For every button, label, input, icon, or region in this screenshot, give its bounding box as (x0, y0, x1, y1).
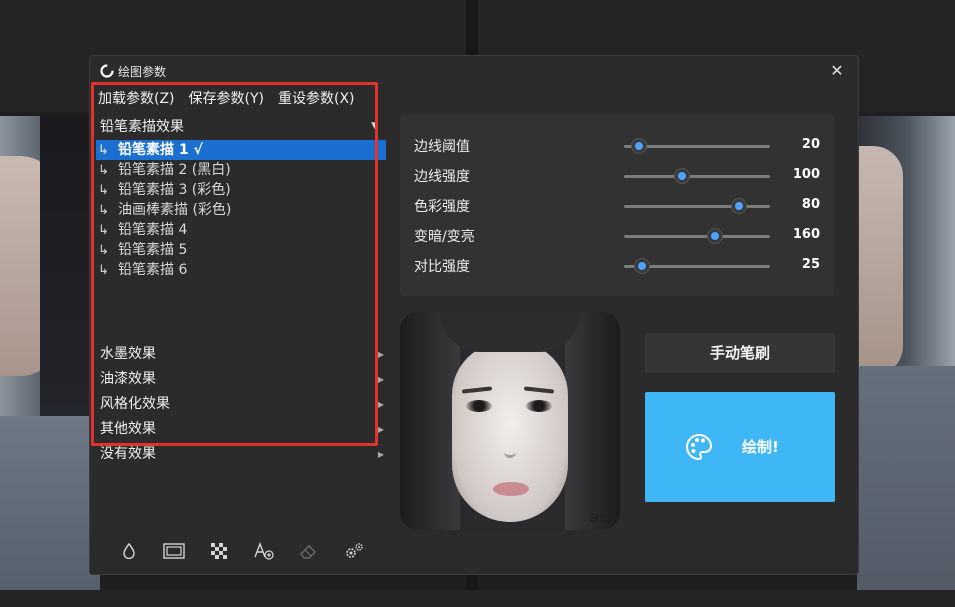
sub-arrow-icon: ↳ (98, 203, 109, 218)
slider-contrast: 对比强度 25 (414, 254, 824, 278)
slider-track[interactable] (624, 229, 770, 243)
effect-group-pencil-sketch[interactable]: 铅笔素描效果 ▼ (100, 116, 382, 138)
expand-arrow-icon: ▶ (377, 400, 384, 409)
add-text-icon[interactable] (241, 538, 286, 564)
bottom-toolbar (106, 538, 376, 564)
effect-list: ↳ 铅笔素描 1 √ ↳ 铅笔素描 2 (黑白) ↳ 铅笔素描 3 (彩色) ↳ 油画棒… (96, 140, 386, 280)
sub-arrow-icon: ↳ (98, 143, 109, 158)
frame-icon[interactable] (151, 538, 196, 564)
effect-item[interactable]: ↳ 铅笔素描 5 (96, 240, 386, 260)
background-photo-right (857, 116, 955, 590)
sub-arrow-icon: ↳ (98, 183, 109, 198)
slider-edge-strength: 边线强度 100 (414, 164, 824, 188)
background-app-bottom (0, 590, 955, 607)
effect-item[interactable]: ↳ 油画棒素描 (彩色) (96, 200, 386, 220)
app-logo-icon (100, 64, 114, 78)
slider-label: 色彩强度 (414, 199, 470, 215)
collapse-caret-icon: ▼ (371, 121, 378, 131)
sketch-preview-image: ⊖⊕ (400, 312, 620, 530)
sub-arrow-icon: ↳ (98, 243, 109, 258)
expand-arrow-icon: ▶ (377, 425, 384, 434)
slider-knob[interactable] (707, 229, 722, 243)
effect-item[interactable]: ↳ 铅笔素描 3 (彩色) (96, 180, 386, 200)
palette-icon (686, 433, 713, 461)
effect-item[interactable]: ↳ 铅笔素描 6 (96, 260, 386, 280)
close-button[interactable]: ✕ (828, 62, 846, 80)
slider-knob[interactable] (732, 199, 747, 213)
slider-color-strength: 色彩强度 80 (414, 194, 824, 218)
menu-save-params[interactable]: 保存参数(Y) (189, 88, 264, 110)
expand-arrow-icon: ▶ (377, 350, 384, 359)
category-other-effect[interactable]: 其他效果 ▶ (100, 417, 386, 442)
slider-value: 25 (801, 257, 820, 272)
dialog-titlebar: 绘图参数 ✕ (90, 56, 858, 86)
draw-button[interactable]: 绘制! (645, 392, 835, 502)
eraser-icon[interactable] (286, 538, 331, 564)
effect-categories: 水墨效果 ▶ 油漆效果 ▶ 风格化效果 ▶ 其他效果 ▶ 没有效果 ▶ (100, 342, 386, 467)
slider-edge-threshold: 边线阈值 20 (414, 134, 824, 158)
slider-knob[interactable] (675, 169, 690, 183)
drawing-parameters-dialog: 绘图参数 ✕ 加载参数(Z) 保存参数(Y) 重设参数(X) 铅笔素描效果 ▼ … (89, 55, 859, 575)
slider-value: 80 (801, 197, 820, 212)
slider-track[interactable] (624, 199, 770, 213)
background-photo-left (0, 116, 100, 590)
slider-label: 变暗/变亮 (414, 229, 475, 245)
effect-item[interactable]: ↳ 铅笔素描 2 (黑白) (96, 160, 386, 180)
parameter-sliders-panel: 边线阈值 20 边线强度 100 色彩强度 80 变暗/变亮 160 对比强度 … (400, 114, 834, 296)
effect-item[interactable]: ↳ 铅笔素描 4 (96, 220, 386, 240)
menu-bar: 加载参数(Z) 保存参数(Y) 重设参数(X) (98, 88, 355, 110)
category-paint-effect[interactable]: 油漆效果 ▶ (100, 367, 386, 392)
expand-arrow-icon: ▶ (377, 375, 384, 384)
slider-label: 边线强度 (414, 169, 470, 185)
sub-arrow-icon: ↳ (98, 263, 109, 278)
category-no-effect[interactable]: 没有效果 ▶ (100, 442, 386, 467)
zoom-controls-icon[interactable]: ⊖⊕ (588, 511, 610, 526)
sub-arrow-icon: ↳ (98, 163, 109, 178)
expand-arrow-icon: ▶ (377, 450, 384, 459)
slider-knob[interactable] (631, 139, 646, 153)
drop-icon[interactable] (106, 538, 151, 564)
slider-value: 160 (792, 227, 820, 242)
settings-gears-icon[interactable] (331, 538, 376, 564)
slider-track[interactable] (624, 169, 770, 183)
manual-brush-button[interactable]: 手动笔刷 (645, 333, 835, 373)
category-stylize-effect[interactable]: 风格化效果 ▶ (100, 392, 386, 417)
menu-load-params[interactable]: 加载参数(Z) (98, 88, 175, 110)
menu-reset-params[interactable]: 重设参数(X) (278, 88, 355, 110)
slider-value: 100 (792, 167, 820, 182)
draw-button-label: 绘制! (742, 438, 779, 456)
effect-item[interactable]: ↳ 铅笔素描 1 √ (96, 140, 386, 160)
slider-darken-lighten: 变暗/变亮 160 (414, 224, 824, 248)
category-ink-effect[interactable]: 水墨效果 ▶ (100, 342, 386, 367)
slider-value: 20 (801, 137, 820, 152)
effect-group-label: 铅笔素描效果 (100, 119, 184, 135)
sub-arrow-icon: ↳ (98, 223, 109, 238)
slider-track[interactable] (624, 139, 770, 153)
slider-label: 边线阈值 (414, 139, 470, 155)
effects-panel: 铅笔素描效果 ▼ ↳ 铅笔素描 1 √ ↳ 铅笔素描 2 (黑白) ↳ 铅笔素描 3 … (90, 114, 388, 519)
slider-track[interactable] (624, 259, 770, 273)
slider-knob[interactable] (634, 259, 649, 273)
dialog-title: 绘图参数 (118, 65, 167, 79)
checkerboard-icon[interactable] (196, 538, 241, 564)
slider-label: 对比强度 (414, 259, 470, 275)
